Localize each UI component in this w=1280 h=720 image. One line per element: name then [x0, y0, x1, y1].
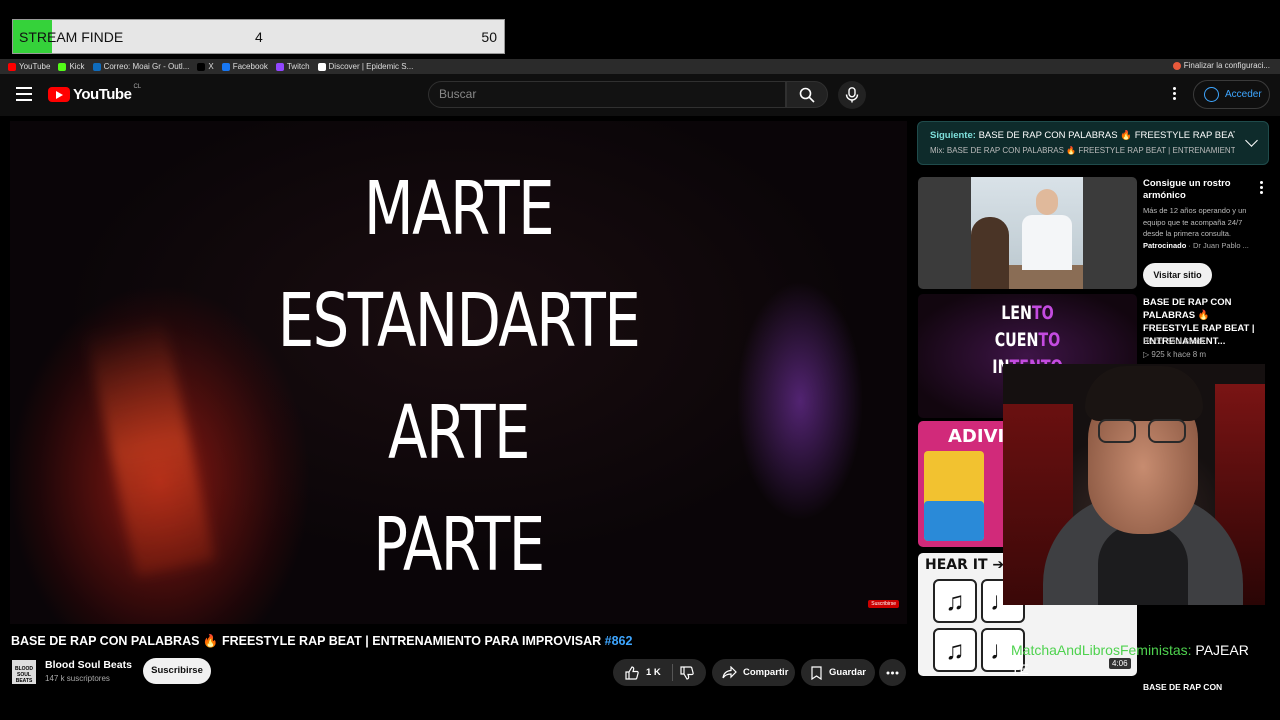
bookmark-label: Facebook: [232, 62, 268, 71]
masthead: YouTube CL Buscar Acceder: [0, 74, 1280, 116]
save-label: Guardar: [829, 667, 866, 678]
channel-avatar[interactable]: BLOOD SOUL BEATS: [12, 660, 36, 684]
thumbs-up-icon[interactable]: [625, 665, 639, 680]
hashtag-link[interactable]: #862: [605, 634, 633, 648]
video-player[interactable]: MARTE ESTANDARTE ARTE PARTE Suscribirse: [10, 121, 907, 624]
chevron-down-icon[interactable]: [1245, 134, 1258, 147]
subscribe-watermark[interactable]: Suscribirse: [868, 600, 899, 608]
bookmark-x[interactable]: X: [197, 62, 214, 71]
stream-goal-target: 50: [481, 29, 497, 45]
more-horizontal-icon: [886, 671, 899, 674]
channel-name[interactable]: Blood Soul Beats: [45, 659, 132, 671]
sponsored-label: Patrocinado: [1143, 241, 1187, 250]
bookmark-epidemic[interactable]: Discover | Epidemic S...: [317, 62, 414, 71]
stream-goal-bar: STREAM FINDE 4 50: [12, 19, 505, 54]
music-note-icon: ♫: [933, 579, 977, 623]
bookmark-youtube[interactable]: YouTube: [8, 62, 50, 71]
recommended-meta: ▷ 925 k hace 8 m: [1143, 350, 1207, 359]
bookmark-outlook[interactable]: Correo: Moai Gr - Outl...: [92, 62, 190, 71]
country-code: CL: [133, 83, 142, 90]
share-label: Compartir: [743, 667, 789, 678]
stream-goal-current: 4: [255, 29, 263, 45]
epidemic-icon: [317, 62, 326, 71]
bookmark-facebook[interactable]: Facebook: [221, 62, 268, 71]
account-icon: [1204, 87, 1219, 102]
chat-username: MatchaAndLibrosFeministas:: [1011, 642, 1192, 658]
like-count[interactable]: 1 K: [646, 667, 661, 678]
lyric-word: MARTE: [363, 166, 555, 252]
lyric-word: ESTANDARTE: [277, 278, 641, 364]
settings-menu-icon[interactable]: [1170, 87, 1178, 103]
mix-title: Mix: BASE DE RAP CON PALABRAS 🔥 FREESTYL…: [930, 146, 1235, 155]
bookmark-kick[interactable]: Kick: [58, 62, 85, 71]
bookmark-twitch[interactable]: Twitch: [275, 62, 310, 71]
youtube-logo[interactable]: YouTube CL: [48, 83, 142, 103]
bookmark-label: X: [208, 62, 214, 71]
video-lyrics: MARTE ESTANDARTE ARTE PARTE: [10, 153, 907, 601]
hamburger-menu-icon[interactable]: [16, 87, 32, 101]
ad-description: Más de 12 años operando y un equipo que …: [1143, 206, 1247, 238]
bookmark-label: Kick: [69, 62, 85, 71]
share-button[interactable]: Compartir: [712, 659, 795, 686]
advertiser-name: · Dr Juan Pablo ...: [1186, 241, 1249, 250]
ad-sponsor-line: Patrocinado · Dr Juan Pablo ...: [1143, 241, 1249, 250]
recommended-title[interactable]: BASE DE RAP CON: [1143, 682, 1222, 692]
bookmark-setup[interactable]: Finalizar la configuraci...: [1172, 61, 1270, 70]
youtube-icon: [8, 62, 16, 71]
more-actions-button[interactable]: [879, 659, 906, 686]
video-title-text: BASE DE RAP CON PALABRAS 🔥 FREESTYLE RAP…: [11, 634, 605, 648]
share-icon: [722, 666, 737, 679]
bookmark-label: Twitch: [286, 62, 310, 71]
bookmark-label: Discover | Epidemic S...: [328, 62, 414, 71]
ad-title[interactable]: Consigue un rostro armónico: [1143, 178, 1258, 202]
video-title: BASE DE RAP CON PALABRAS 🔥 FREESTYLE RAP…: [11, 634, 632, 649]
chrome-icon: [1172, 61, 1181, 70]
microphone-icon: [845, 87, 859, 103]
thumb-word: LENTO: [1001, 302, 1054, 324]
webcam-overlay: [1003, 364, 1265, 605]
up-next-label: Siguiente:: [930, 130, 976, 141]
youtube-play-icon: [48, 87, 70, 102]
ad-thumbnail[interactable]: [918, 177, 1137, 289]
visit-site-button[interactable]: Visitar sitio: [1143, 263, 1212, 287]
stream-goal-label: STREAM FINDE: [19, 29, 124, 45]
like-dislike-group: 1 K: [613, 659, 706, 686]
music-note-icon: ♫: [933, 628, 977, 672]
up-next-panel[interactable]: Siguiente: BASE DE RAP CON PALABRAS 🔥 FR…: [917, 121, 1269, 165]
lyric-word: PARTE: [373, 502, 545, 588]
sign-in-button[interactable]: Acceder: [1193, 80, 1270, 109]
search-icon: [799, 87, 815, 103]
up-next-line: Siguiente: BASE DE RAP CON PALABRAS 🔥 FR…: [930, 130, 1235, 141]
x-icon: [197, 62, 206, 71]
bookmarks-bar: YouTube Kick Correo: Moai Gr - Outl... X…: [0, 59, 1280, 74]
up-next-title: BASE DE RAP CON PALABRAS 🔥 FREESTYLE RAP…: [978, 130, 1235, 141]
subscriber-count: 147 k suscriptores: [45, 674, 110, 683]
thumb-word: CUENTO: [994, 329, 1061, 351]
search-button[interactable]: [786, 81, 828, 108]
save-button[interactable]: Guardar: [801, 659, 875, 686]
subscribe-button[interactable]: Suscribirse: [143, 658, 211, 684]
bookmark-label: Correo: Moai Gr - Outl...: [103, 62, 190, 71]
voice-search-button[interactable]: [838, 81, 866, 109]
recommended-channel[interactable]: Blood Soul Beats: [1143, 337, 1204, 346]
bookmark-icon: [811, 665, 822, 680]
chat-message: MatchaAndLibrosFeministas: PAJEAR TE: [1011, 641, 1266, 679]
facebook-icon: [221, 62, 230, 71]
logo-text: YouTube: [73, 86, 132, 103]
bookmark-label: Finalizar la configuraci...: [1183, 61, 1270, 70]
thumb-text: ADIVI: [948, 426, 1005, 447]
ad-menu-icon[interactable]: [1260, 181, 1264, 196]
sign-in-label: Acceder: [1225, 89, 1262, 100]
thumbs-down-icon[interactable]: [680, 666, 694, 680]
bookmark-label: YouTube: [19, 62, 51, 71]
twitch-icon: [275, 62, 284, 71]
search-input[interactable]: Buscar: [428, 81, 786, 108]
outlook-icon: [92, 62, 101, 71]
lyric-word: ARTE: [388, 390, 530, 476]
kick-icon: [58, 62, 67, 71]
